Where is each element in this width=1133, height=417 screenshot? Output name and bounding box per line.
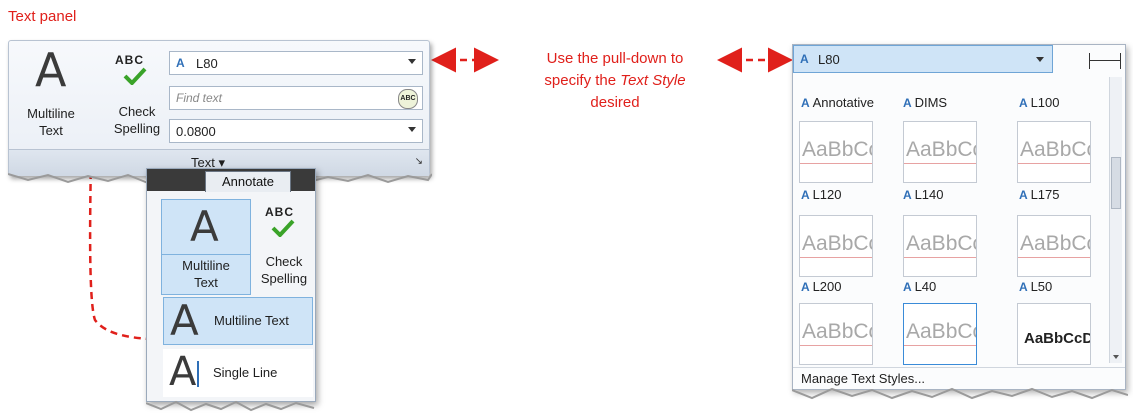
menu-item-single-line[interactable]: A Single Line [163, 349, 313, 397]
menu-multiline-label: Multiline Text [214, 313, 289, 328]
annotate-check-spelling-label: Check Spelling [255, 253, 313, 287]
gallery-scrollbar[interactable] [1109, 77, 1122, 363]
annotate-multiline-label-1: Multiline [182, 258, 230, 273]
torn-edge [792, 387, 1128, 400]
style-dims[interactable]: A DIMS [903, 95, 947, 110]
multiline-text-icon: A [190, 202, 219, 251]
check-spelling-button[interactable]: ABC Check Spelling [107, 47, 167, 141]
style-thumbnail[interactable]: AaBbCc [1017, 215, 1091, 277]
multiline-text-button[interactable]: A Multiline Text [13, 43, 89, 141]
check-spelling-label: Check Spelling [107, 103, 167, 137]
dimension-icon[interactable] [1089, 53, 1121, 69]
style-thumbnail[interactable]: AaBbCc [799, 303, 873, 365]
chevron-down-icon [408, 127, 416, 132]
text-style-icon: A [800, 52, 809, 66]
chevron-down-icon [1036, 57, 1044, 62]
menu-single-line-label: Single Line [213, 365, 278, 380]
find-replace-icon[interactable]: ABC [398, 89, 418, 109]
annotate-check-spelling-button[interactable]: ABC Check Spelling [255, 199, 313, 293]
check-label-1: Check [118, 104, 156, 119]
annotate-multiline-label-2: Text [194, 275, 218, 290]
multiline-label-2: Text [39, 123, 63, 138]
text-style-icon: A [176, 56, 185, 70]
checkmark-icon [271, 219, 295, 237]
style-thumbnail[interactable]: AaBbCc [903, 121, 977, 183]
text-style-gallery: A L80 A Annotative A DIMS A L100 AaBbCc … [792, 44, 1126, 390]
chevron-down-icon [408, 59, 416, 64]
text-height-value: 0.0800 [176, 124, 216, 139]
annotate-check-label-2: Spelling [260, 271, 308, 286]
text-height-dropdown[interactable]: 0.0800 [169, 119, 423, 143]
style-thumbnail-bold[interactable]: AaBbCcD [1017, 303, 1091, 365]
style-l175[interactable]: A L175 [1019, 187, 1059, 202]
style-l50[interactable]: A L50 [1019, 279, 1052, 294]
style-thumbnail[interactable]: AaBbCc [1017, 121, 1091, 183]
annotate-multiline-label: Multiline Text [162, 254, 250, 291]
dialog-launcher-icon[interactable]: ↘ [415, 156, 423, 167]
style-annotative[interactable]: A Annotative [801, 95, 874, 110]
text-ribbon-panel: A Multiline Text ABC Check Spelling A L8… [8, 40, 430, 176]
checkmark-icon [123, 67, 147, 85]
multiline-text-icon: A [170, 296, 199, 345]
tab-annotate[interactable]: Annotate [205, 171, 291, 192]
gallery-combo-value: L80 [818, 52, 840, 67]
text-style-value: L80 [196, 56, 218, 71]
abc-label: ABC [115, 53, 144, 67]
manage-text-styles-label: Manage Text Styles... [801, 371, 926, 386]
style-l40[interactable]: A L40 [903, 279, 936, 294]
menu-item-multiline-text[interactable]: A Multiline Text [163, 296, 313, 345]
check-label-2: Spelling [113, 121, 161, 136]
style-thumbnail[interactable]: AaBbCc [903, 215, 977, 277]
style-l140[interactable]: A L140 [903, 187, 943, 202]
annotate-multiline-text-button[interactable]: A Multiline Text [161, 199, 251, 295]
chevron-down-icon[interactable] [1113, 355, 1119, 359]
text-cursor-icon [197, 361, 199, 387]
ribbon-tab-bar: Annotate [147, 169, 315, 192]
annotate-ribbon-dropdown: Annotate A Multiline Text ABC Check Spel… [146, 168, 316, 402]
multiline-text-label: Multiline Text [13, 105, 89, 139]
text-style-dropdown[interactable]: A L80 [169, 51, 423, 75]
style-thumbnail[interactable]: AaBbCc [799, 215, 873, 277]
find-text-placeholder: Find text [176, 91, 223, 105]
find-text-field[interactable]: Find text ABC [169, 86, 423, 110]
style-l120[interactable]: A L120 [801, 187, 841, 202]
style-l100[interactable]: A L100 [1019, 95, 1059, 110]
style-thumbnail-selected[interactable]: AaBbCc [903, 303, 977, 365]
scrollbar-thumb[interactable] [1111, 157, 1121, 209]
single-line-text-icon: A [169, 349, 197, 395]
abc-label: ABC [265, 205, 294, 219]
annotate-check-label-1: Check [265, 254, 303, 269]
style-l200[interactable]: A L200 [801, 279, 841, 294]
gallery-style-combo[interactable]: A L80 [793, 45, 1053, 73]
multiline-label-1: Multiline [27, 106, 75, 121]
style-thumbnail[interactable]: AaBbCc [799, 121, 873, 183]
multiline-text-icon: A [35, 43, 67, 97]
torn-edge [146, 400, 315, 412]
